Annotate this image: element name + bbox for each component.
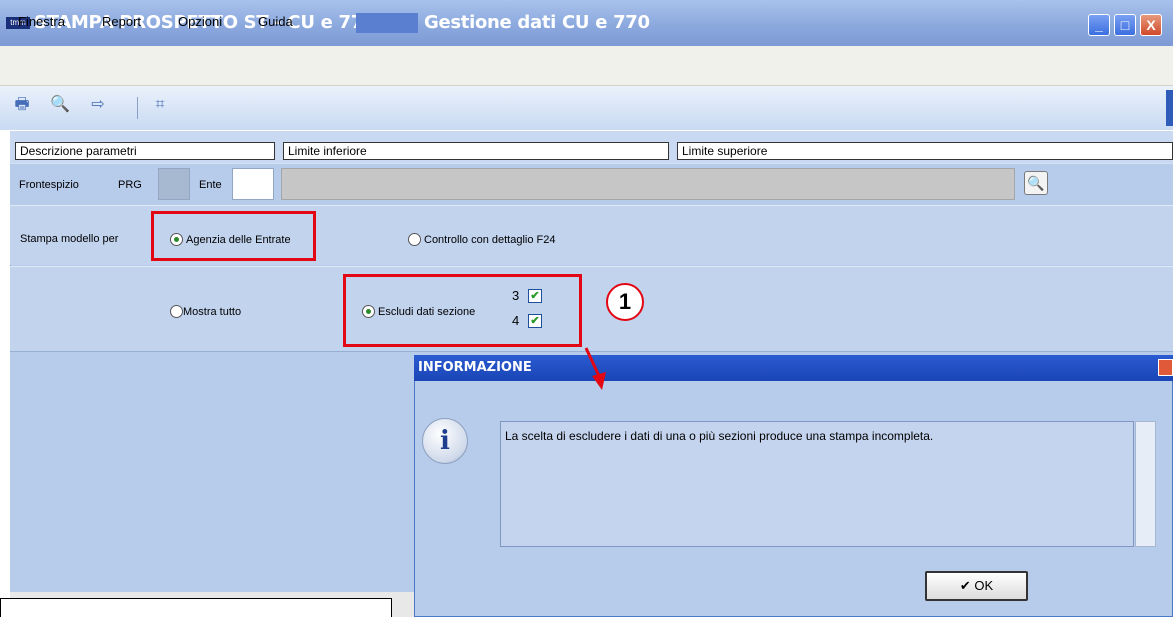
controllo-label[interactable]: Controllo con dettaglio F24	[424, 234, 555, 246]
header-limite-inferiore: Limite inferiore	[283, 142, 669, 160]
empty-text-box	[0, 598, 392, 617]
calculator-icon[interactable]: ⌗	[150, 95, 170, 115]
header-descrizione: Descrizione parametri	[15, 142, 275, 160]
stampa-modello-label: Stampa modello per	[20, 233, 119, 245]
highlight-escludi	[343, 274, 582, 347]
print-icon[interactable]: 🖶	[12, 95, 32, 115]
menu-report[interactable]: Report	[102, 14, 141, 29]
toolbar	[0, 86, 1173, 130]
dialog-close-button[interactable]	[1158, 359, 1173, 376]
radio-controllo[interactable]	[408, 233, 421, 246]
search-icon[interactable]: 🔍	[1024, 171, 1048, 195]
redacted-title-segment	[356, 13, 418, 33]
ok-button[interactable]: ✔ OK	[925, 571, 1028, 601]
menu-finestra[interactable]: Finestra	[18, 14, 65, 29]
menu-opzioni[interactable]: Opzioni	[178, 14, 222, 29]
annotation-arrow	[584, 347, 606, 390]
maximize-button[interactable]: □	[1114, 14, 1136, 36]
dialog-title: INFORMAZIONE	[414, 355, 1173, 381]
prg-label: PRG	[118, 179, 142, 191]
menu-guida[interactable]: Guida	[258, 14, 293, 29]
annotation-number: 1	[606, 283, 644, 321]
header-limite-superiore: Limite superiore	[677, 142, 1173, 160]
info-icon: i	[422, 418, 468, 464]
toolbar-separator	[137, 97, 138, 119]
toolbar-edge	[1166, 90, 1173, 126]
frontespizio-label: Frontespizio	[19, 179, 79, 191]
radio-mostra-tutto[interactable]	[170, 305, 183, 318]
lower-panel	[10, 352, 414, 592]
ente-field[interactable]	[232, 168, 274, 200]
minimize-button[interactable]: _	[1088, 14, 1110, 36]
highlight-agenzia	[151, 211, 316, 261]
menu-bar	[0, 46, 1173, 86]
ente-description-field	[281, 168, 1015, 200]
prg-field[interactable]	[158, 168, 190, 200]
mostra-tutto-label[interactable]: Mostra tutto	[183, 306, 241, 318]
export-icon[interactable]: ⇨	[88, 95, 108, 115]
dialog-message: La scelta di escludere i dati di una o p…	[505, 429, 934, 443]
close-button[interactable]: X	[1140, 14, 1162, 36]
ente-label: Ente	[199, 179, 222, 191]
dialog-scrollbar[interactable]	[1135, 421, 1156, 547]
print-preview-icon[interactable]: 🔍	[50, 95, 70, 115]
window-title-suffix: Gestione dati CU e 770	[424, 12, 650, 33]
